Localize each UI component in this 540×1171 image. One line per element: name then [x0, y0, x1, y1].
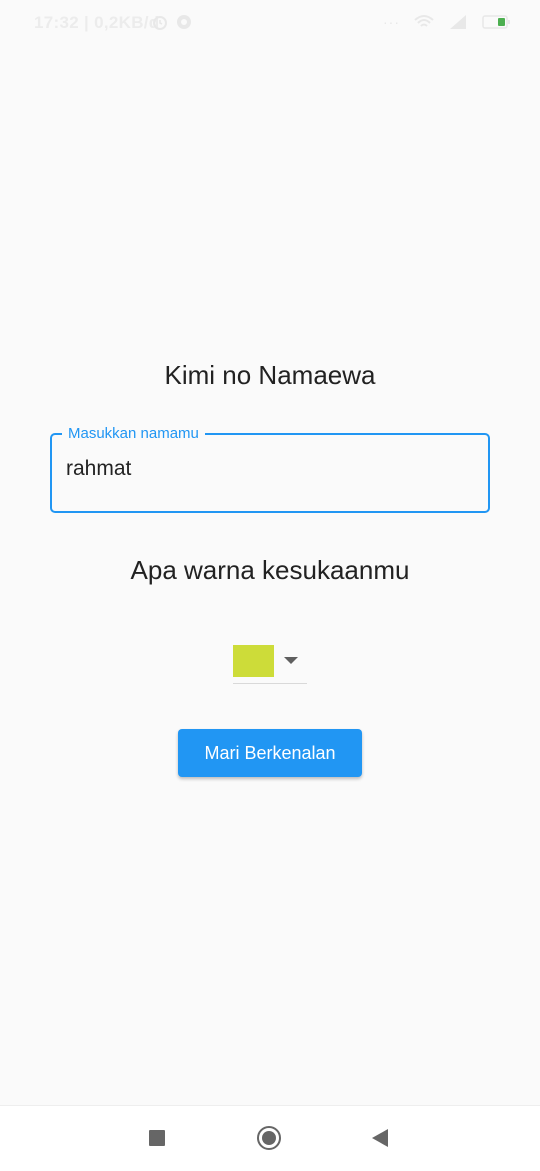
name-field-label: Masukkan namamu	[62, 424, 205, 444]
status-time: 17:32 | 0,2KB/d	[34, 13, 160, 32]
recents-icon[interactable]	[149, 1130, 165, 1146]
system-nav-bar	[0, 1105, 540, 1171]
home-icon[interactable]	[257, 1126, 281, 1150]
battery-icon	[482, 15, 510, 29]
color-dropdown[interactable]	[233, 645, 307, 684]
color-prompt: Apa warna kesukaanmu	[130, 555, 410, 585]
sync-icon	[177, 15, 191, 29]
back-icon[interactable]	[372, 1129, 388, 1147]
selected-color-swatch	[233, 645, 274, 677]
wifi-icon	[414, 15, 434, 27]
page-title: Kimi no Namaewa	[164, 360, 376, 390]
dropdown-caret-icon[interactable]	[284, 657, 298, 664]
more-icon: ···	[383, 14, 400, 30]
name-input[interactable]	[66, 457, 466, 481]
status-bar: 17:32 | 0,2KB/d ···	[0, 0, 540, 46]
name-field[interactable]: Masukkan namamu	[50, 424, 490, 513]
signal-icon	[450, 15, 466, 29]
status-icons: ···	[383, 12, 512, 32]
submit-button[interactable]: Mari Berkenalan	[178, 729, 362, 777]
alarm-icon	[153, 16, 167, 30]
